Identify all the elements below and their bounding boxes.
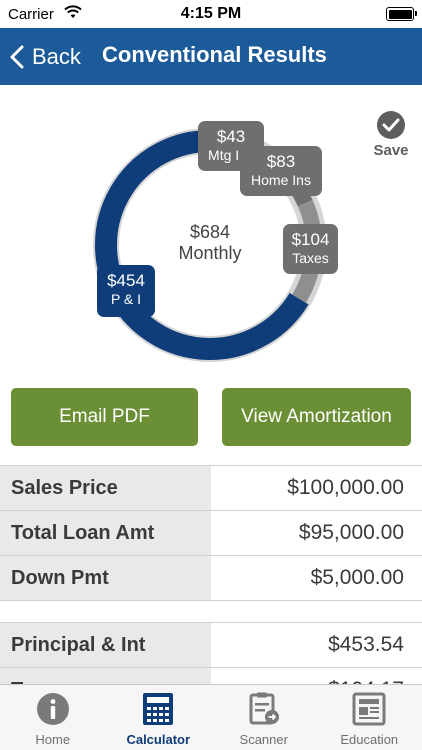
monthly-total: $684 [189, 222, 231, 242]
clock: 4:15 PM [180, 5, 242, 22]
slice-value-pi: $454 [107, 271, 145, 290]
slice-label-home-ins: $83 Home Ins [240, 146, 322, 196]
save-label: Save [373, 142, 409, 159]
view-amortization-button[interactable]: View Amortization [222, 388, 411, 446]
payment-chart-area: $684 Monthly $454 P & I $43 Mtg Ins $83 … [0, 85, 422, 375]
tab-bar: Home Calculator Scanner Education [0, 684, 422, 750]
slice-value-home-ins: $83 [266, 152, 296, 171]
row-label: Down Pmt [0, 556, 211, 600]
slice-value-mtg-ins: $43 [216, 127, 246, 146]
table-row: Sales Price $100,000.00 [0, 465, 422, 510]
slice-category-taxes: Taxes [292, 250, 329, 266]
slice-label-pi: $454 P & I [97, 265, 155, 317]
slice-category-home-ins: Home Ins [251, 172, 311, 188]
info-icon [36, 693, 69, 725]
slice-label-taxes: $104 Taxes [283, 224, 338, 274]
tab-label: Education [340, 732, 399, 747]
tab-calculator[interactable]: Calculator [106, 685, 212, 750]
tab-scanner[interactable]: Scanner [211, 685, 317, 750]
back-button[interactable]: Back [10, 40, 81, 74]
tab-label: Calculator [126, 732, 191, 747]
checkmark-icon [377, 111, 405, 139]
tab-education[interactable]: Education [317, 685, 422, 750]
tab-label: Scanner [239, 732, 288, 747]
chevron-left-icon [10, 45, 24, 69]
section-gap [0, 600, 422, 622]
row-label: Sales Price [0, 466, 211, 510]
status-bar: Carrier 4:15 PM [0, 0, 422, 28]
nav-bar: Back Conventional Results [0, 28, 422, 85]
back-label: Back [32, 44, 81, 69]
save-button[interactable]: Save [368, 111, 414, 159]
table-row: Total Loan Amt $95,000.00 [0, 510, 422, 555]
row-value: $5,000.00 [310, 566, 404, 589]
row-value: $95,000.00 [298, 521, 404, 544]
table-row: Principal & Int $453.54 [0, 622, 422, 667]
row-value: $100,000.00 [287, 476, 404, 499]
row-label: Principal & Int [0, 623, 211, 667]
row-label: Total Loan Amt [0, 511, 211, 555]
slice-category-pi: P & I [110, 291, 142, 307]
table-row: Down Pmt $5,000.00 [0, 555, 422, 600]
tab-home[interactable]: Home [0, 685, 106, 750]
email-pdf-button[interactable]: Email PDF [11, 388, 198, 446]
slice-value-taxes: $104 [291, 230, 330, 249]
battery-icon [386, 7, 417, 21]
page-title: Conventional Results [102, 42, 327, 67]
row-value: $453.54 [328, 633, 404, 656]
tab-label: Home [35, 732, 71, 747]
scanner-icon [249, 692, 279, 725]
calculator-icon [143, 693, 174, 725]
newspaper-icon [352, 692, 386, 726]
monthly-label: Monthly [178, 243, 242, 263]
